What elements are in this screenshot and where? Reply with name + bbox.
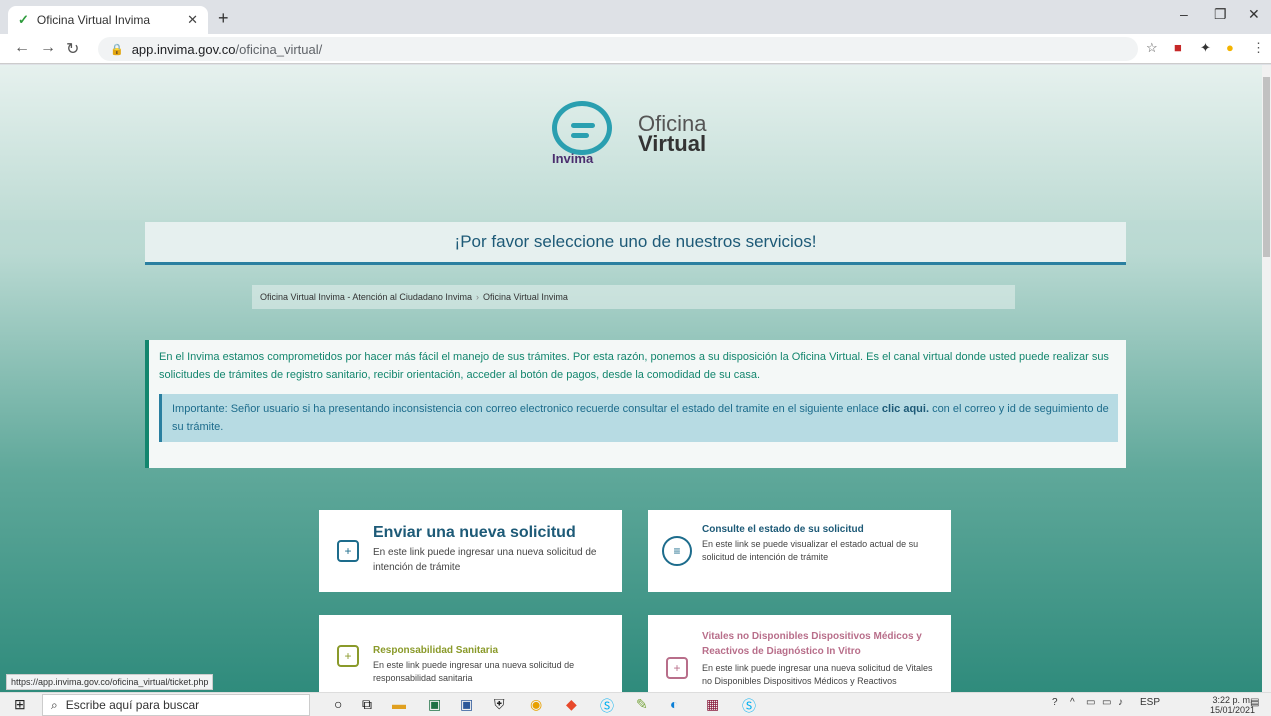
vital-devices-card[interactable]: + Vitales no Disponibles Dispositivos Mé… bbox=[648, 615, 951, 692]
excel-icon[interactable]: ▣ bbox=[428, 696, 441, 713]
check-favicon-icon: ✓ bbox=[18, 12, 29, 27]
cortana-icon[interactable]: ○ bbox=[334, 696, 342, 712]
lock-icon: 🔒 bbox=[110, 43, 124, 56]
alert-text: Importante: Señor usuario si ha presenta… bbox=[172, 403, 879, 415]
security-shield-icon[interactable]: ⛨ bbox=[494, 696, 505, 713]
profile-avatar-icon[interactable]: ● bbox=[1226, 40, 1234, 55]
card-description: En este link puede ingresar una nueva so… bbox=[373, 547, 597, 573]
card-description: En este link puede ingresar una nueva so… bbox=[702, 663, 933, 686]
important-alert: Importante: Señor usuario si ha presenta… bbox=[159, 394, 1118, 442]
windows-taskbar: ⊞ ⌕ Escribe aquí para buscar ○ ⧉ ▬ ▣ ▣ ⛨… bbox=[0, 692, 1271, 716]
breadcrumb-item-1[interactable]: Oficina Virtual Invima - Atención al Ciu… bbox=[260, 292, 472, 302]
reload-icon[interactable]: ↻ bbox=[66, 39, 79, 59]
breadcrumb-item-2: Oficina Virtual Invima bbox=[482, 292, 568, 302]
close-window-button[interactable]: ✕ bbox=[1248, 6, 1260, 23]
card-description: En este link puede ingresar una nueva so… bbox=[373, 660, 575, 683]
page-viewport: Invima Oficina Virtual ¡Por favor selecc… bbox=[0, 65, 1262, 692]
document-status-icon: ≡ bbox=[662, 536, 692, 566]
new-request-card[interactable]: + Enviar una nueva solicitud En este lin… bbox=[319, 510, 622, 592]
card-title: Responsabilidad Sanitaria bbox=[373, 645, 499, 656]
card-title: Enviar una nueva solicitud bbox=[373, 524, 576, 541]
skype-business-icon[interactable]: Ⓢ bbox=[742, 696, 756, 716]
winrar-icon[interactable]: ▦ bbox=[706, 696, 719, 713]
check-status-card[interactable]: ≡ Consulte el estado de su solicitud En … bbox=[648, 510, 951, 592]
help-icon[interactable]: ? bbox=[1052, 697, 1058, 708]
search-icon: ⌕ bbox=[51, 697, 58, 712]
card-title: Vitales no Disponibles Dispositivos Médi… bbox=[702, 631, 922, 657]
alert-link[interactable]: clic aqui. bbox=[882, 403, 929, 415]
services-banner: ¡Por favor seleccione uno de nuestros se… bbox=[145, 222, 1126, 265]
logo-brand: Invima bbox=[552, 151, 594, 166]
acrobat-icon[interactable]: ◆ bbox=[566, 696, 577, 713]
tab-title: Oficina Virtual Invima bbox=[36, 13, 151, 27]
info-box: En el Invima estamos comprometidos por h… bbox=[145, 340, 1126, 468]
add-document-icon: + bbox=[337, 645, 359, 667]
banner-title: ¡Por favor seleccione uno de nuestros se… bbox=[454, 232, 817, 251]
card-title: Consulte el estado de su solicitud bbox=[702, 524, 864, 535]
clock-date: 15/01/2021 bbox=[1210, 705, 1256, 715]
oficina-virtual-logo[interactable]: Invima Oficina Virtual bbox=[552, 97, 732, 177]
battery-icon[interactable]: ▭ bbox=[1086, 697, 1095, 708]
skype-icon[interactable]: Ⓢ bbox=[600, 696, 614, 716]
taskbar-search-input[interactable]: ⌕ Escribe aquí para buscar bbox=[42, 694, 310, 716]
word-icon[interactable]: ▣ bbox=[460, 696, 473, 713]
tray-chevron-icon[interactable]: ^ bbox=[1070, 697, 1075, 708]
volume-icon[interactable]: ♪ bbox=[1118, 697, 1123, 708]
browser-tab[interactable]: ✓ Oficina Virtual Invima ✕ bbox=[8, 6, 208, 34]
network-icon[interactable]: ▭ bbox=[1102, 697, 1111, 708]
logo-line2: Virtual bbox=[638, 131, 707, 156]
card-description: En este link se puede visualizar el esta… bbox=[702, 539, 919, 562]
chrome-icon[interactable]: ◉ bbox=[530, 696, 542, 713]
forward-icon[interactable]: → bbox=[40, 39, 56, 57]
bookmark-star-icon[interactable]: ☆ bbox=[1146, 40, 1158, 56]
notification-icon[interactable]: ▤ bbox=[1250, 697, 1259, 708]
page-scrollbar[interactable] bbox=[1262, 65, 1271, 692]
task-view-icon[interactable]: ⧉ bbox=[362, 696, 372, 713]
header-band: Invima Oficina Virtual bbox=[0, 65, 1262, 220]
add-document-icon: + bbox=[337, 540, 359, 562]
browser-tab-strip: ✓ Oficina Virtual Invima ✕ + – ❐ ✕ bbox=[0, 0, 1271, 34]
edge-icon[interactable]: ◐ bbox=[670, 696, 678, 712]
info-text: En el Invima estamos comprometidos por h… bbox=[159, 351, 1109, 381]
status-url-bar: https://app.invima.gov.co/oficina_virtua… bbox=[6, 674, 214, 690]
pdf-extension-icon[interactable]: ■ bbox=[1174, 40, 1182, 55]
extensions-icon[interactable]: ✦ bbox=[1200, 40, 1211, 56]
add-document-icon: + bbox=[666, 657, 688, 679]
clock-time: 3:22 p. m. bbox=[1212, 695, 1253, 705]
breadcrumb: Oficina Virtual Invima - Atención al Ciu… bbox=[252, 285, 1015, 309]
close-tab-icon[interactable]: ✕ bbox=[187, 12, 198, 28]
url-domain: app.invima.gov.co bbox=[131, 41, 236, 57]
menu-kebab-icon[interactable]: ⋮ bbox=[1252, 40, 1265, 56]
url-field[interactable]: 🔒 app.invima.gov.co /oficina_virtual/ bbox=[98, 37, 1138, 61]
restore-button[interactable]: ❐ bbox=[1214, 6, 1227, 23]
search-placeholder: Escribe aquí para buscar bbox=[65, 698, 200, 712]
url-path: /oficina_virtual/ bbox=[235, 41, 323, 57]
address-bar-row: ← → ↻ 🔒 app.invima.gov.co /oficina_virtu… bbox=[0, 34, 1271, 64]
back-icon[interactable]: ← bbox=[14, 39, 30, 57]
scrollbar-thumb[interactable] bbox=[1263, 77, 1270, 257]
windows-start-icon[interactable]: ⊞ bbox=[14, 696, 26, 713]
new-tab-button[interactable]: + bbox=[218, 8, 229, 29]
breadcrumb-separator-icon: › bbox=[475, 292, 479, 302]
minimize-button[interactable]: – bbox=[1180, 6, 1188, 22]
language-indicator[interactable]: ESP bbox=[1140, 697, 1160, 708]
sanitary-responsibility-card[interactable]: + Responsabilidad Sanitaria En este link… bbox=[319, 615, 622, 692]
system-clock[interactable]: 3:22 p. m. 15/01/2021 bbox=[1210, 695, 1255, 715]
chat-bubble-icon bbox=[552, 101, 612, 155]
paint-icon[interactable]: ✎ bbox=[636, 696, 648, 713]
file-explorer-icon[interactable]: ▬ bbox=[392, 696, 406, 712]
